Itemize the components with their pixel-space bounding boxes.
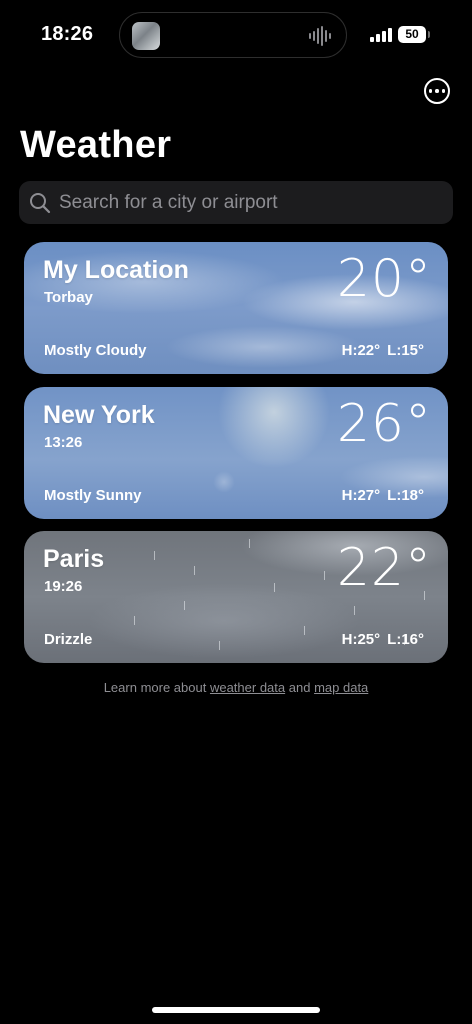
- learn-more-prefix: Learn more about: [103, 680, 207, 695]
- current-temperature: 20°: [336, 249, 432, 309]
- map-data-link[interactable]: map data: [314, 680, 368, 695]
- high-temperature: H:25°: [341, 631, 381, 648]
- high-temperature: H:27°: [341, 487, 381, 504]
- low-temperature: L:16°: [387, 631, 424, 648]
- rain-drop: [219, 641, 220, 650]
- rain-drop: [274, 583, 275, 592]
- rain-drop: [184, 601, 185, 610]
- search-input[interactable]: [57, 190, 453, 215]
- ellipsis-circle-icon: [428, 89, 433, 93]
- location-local-time: 19:26: [44, 578, 83, 595]
- home-indicator[interactable]: [152, 1007, 320, 1013]
- learn-more-conjunction: and: [288, 680, 311, 695]
- weather-condition: Mostly Cloudy: [44, 342, 147, 359]
- high-low-temperature: H:22° L:15°: [342, 342, 424, 359]
- low-temperature: L:18°: [387, 487, 424, 504]
- search-icon: [30, 192, 51, 213]
- location-name: My Location: [43, 256, 189, 284]
- location-card-paris[interactable]: Paris 19:26 22° Drizzle H:25° L:16°: [24, 531, 448, 663]
- rain-drop: [324, 571, 325, 580]
- high-temperature: H:22°: [341, 342, 381, 359]
- now-playing-artwork: [132, 22, 160, 50]
- dynamic-island[interactable]: [119, 12, 347, 58]
- rain-drop: [249, 539, 250, 548]
- location-subtitle: Torbay: [44, 289, 93, 306]
- cellular-signal-icon: [370, 28, 392, 42]
- high-low-temperature: H:25° L:16°: [342, 631, 424, 648]
- location-name: Paris: [43, 545, 105, 573]
- location-local-time: 13:26: [44, 434, 83, 451]
- weather-condition: Drizzle: [44, 631, 93, 648]
- high-low-temperature: H:27° L:18°: [342, 487, 424, 504]
- low-temperature: L:15°: [387, 342, 424, 359]
- status-time: 18:26: [41, 23, 94, 45]
- location-name: New York: [43, 401, 155, 429]
- weather-data-link[interactable]: weather data: [210, 680, 285, 695]
- rain-drop: [154, 551, 155, 560]
- location-card-new-york[interactable]: New York 13:26 26° Mostly Sunny H:27° L:1…: [24, 387, 448, 519]
- current-temperature: 22°: [336, 538, 432, 598]
- battery-icon: 50: [398, 26, 430, 43]
- search-bar[interactable]: [19, 181, 453, 224]
- rain-drop: [134, 616, 135, 625]
- page-title: Weather: [20, 124, 172, 166]
- rain-drop: [354, 606, 355, 615]
- current-temperature: 26°: [336, 394, 432, 454]
- rain-drop: [304, 626, 305, 635]
- more-options-button[interactable]: [424, 78, 450, 104]
- learn-more-text: Learn more about weather data and map da…: [0, 680, 472, 695]
- location-card-my-location[interactable]: My Location Torbay 20° Mostly Cloudy H:2…: [24, 242, 448, 374]
- rain-drop: [194, 566, 195, 575]
- weather-condition: Mostly Sunny: [44, 487, 142, 504]
- audio-waveform-icon: [309, 26, 331, 46]
